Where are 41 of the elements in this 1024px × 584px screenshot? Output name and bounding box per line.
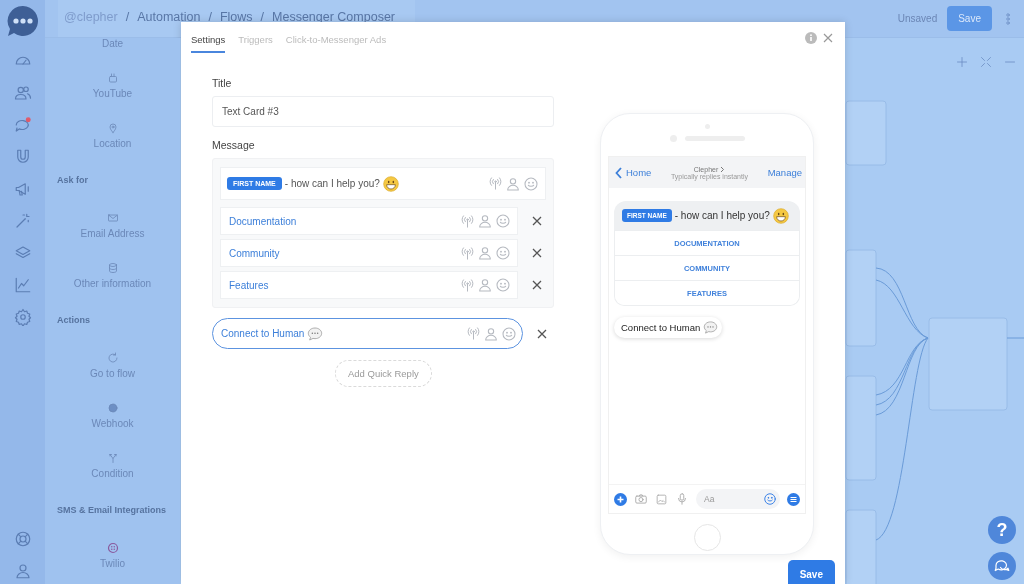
tab[interactable]: Settings bbox=[191, 34, 226, 53]
button-label: Community bbox=[229, 247, 280, 259]
add-quick-reply-button[interactable]: Add Quick Reply bbox=[335, 360, 432, 387]
manage-link[interactable]: Manage bbox=[767, 167, 802, 178]
palette-item[interactable]: Webhook bbox=[91, 417, 134, 429]
tab[interactable]: Click-to-Messenger Ads bbox=[285, 34, 387, 53]
message-button-field[interactable]: Community bbox=[220, 239, 518, 267]
tab[interactable]: Triggers bbox=[238, 34, 273, 53]
field-label: Title bbox=[212, 77, 233, 89]
quick-reply-chip[interactable]: Connect to Human bbox=[614, 317, 723, 338]
help-button[interactable]: ? bbox=[988, 516, 1016, 544]
breadcrumb-link[interactable]: Flows bbox=[219, 10, 253, 24]
palette-heading: Actions bbox=[56, 314, 91, 327]
message-input-field[interactable]: Aa bbox=[696, 489, 780, 509]
breadcrumb-link[interactable]: Messenger Composer bbox=[272, 10, 395, 24]
field-label: Message bbox=[212, 139, 256, 151]
title-field[interactable]: Text Card #3 bbox=[212, 96, 554, 127]
save-button[interactable]: Save bbox=[947, 6, 992, 31]
back-link[interactable]: Home bbox=[615, 166, 652, 179]
message-text: - how can I help you? bbox=[674, 210, 770, 221]
button-label: Features bbox=[229, 279, 269, 291]
palette-item[interactable]: Date bbox=[101, 38, 124, 49]
save-button[interactable]: Save bbox=[787, 560, 835, 584]
breadcrumb-separator: / bbox=[260, 10, 265, 24]
palette-item[interactable]: YouTube bbox=[92, 87, 133, 99]
quick-reply-label: Connect to Human bbox=[221, 328, 305, 339]
message-button-field[interactable]: Features bbox=[220, 271, 518, 299]
message-button-field[interactable]: Documentation bbox=[220, 207, 518, 235]
message-text: - how can I help you? bbox=[284, 178, 380, 189]
palette-item[interactable]: Condition bbox=[91, 467, 134, 479]
input-placeholder: Aa bbox=[704, 494, 715, 504]
breadcrumb-separator: / bbox=[208, 10, 212, 24]
save-status: Unsaved bbox=[897, 13, 938, 24]
breadcrumb-separator: / bbox=[125, 10, 130, 24]
palette-item[interactable]: Location bbox=[93, 137, 132, 149]
button-label: Documentation bbox=[229, 215, 297, 227]
palette-item[interactable]: Twilio bbox=[100, 557, 125, 569]
palette-heading: SMS & Email Integrations bbox=[56, 504, 168, 517]
palette-heading: Ask for bbox=[56, 174, 89, 187]
palette-item[interactable]: Email Address bbox=[80, 227, 145, 239]
breadcrumb-link[interactable]: Automation bbox=[137, 10, 201, 24]
